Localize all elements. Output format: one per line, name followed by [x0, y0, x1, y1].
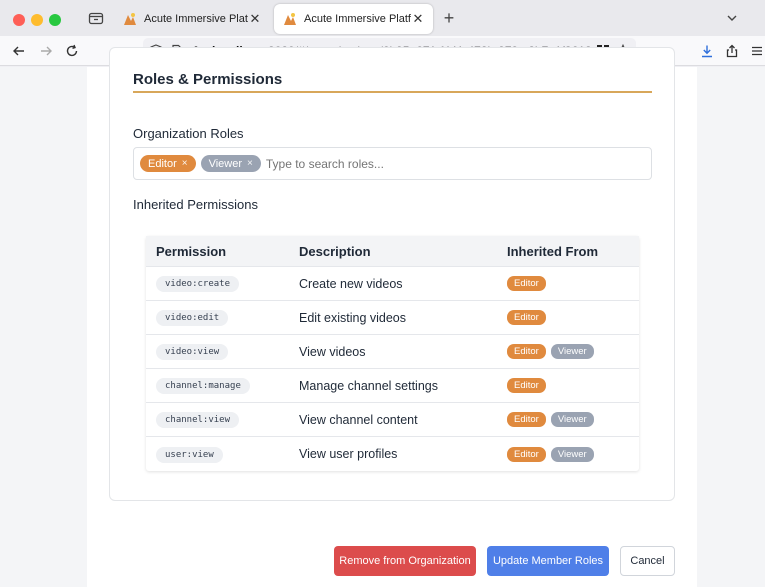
table-row: video:edit Edit existing videos Editor: [146, 301, 639, 335]
description-cell: View user profiles: [299, 447, 398, 461]
inherited-from-cell: Editor Viewer: [498, 412, 639, 427]
role-badge-editor: Editor: [507, 276, 546, 291]
permission-cell: user:view: [146, 446, 290, 463]
role-chip-editor: Editor ×: [140, 155, 196, 172]
cancel-button[interactable]: Cancel: [620, 546, 675, 576]
inherited-from-cell: Editor: [498, 310, 639, 325]
table-row: user:view View user profiles Editor View…: [146, 437, 639, 471]
role-chip-viewer: Viewer ×: [200, 155, 261, 172]
share-icon[interactable]: [723, 42, 741, 60]
minimize-window-button[interactable]: [31, 14, 43, 26]
column-header-permission: Permission: [156, 243, 227, 259]
permission-cell: channel:manage: [146, 377, 290, 394]
role-chip-label: Editor: [148, 157, 177, 170]
table-row: channel:manage Manage channel settings E…: [146, 369, 639, 403]
close-tab-icon[interactable]: ✕: [411, 11, 425, 27]
browser-tab-active[interactable]: Acute Immersive Platform ✕: [274, 4, 433, 34]
inherited-from-cell: Editor Viewer: [498, 344, 639, 359]
browser-tab-bar: Acute Immersive Platform ✕ Acute Immersi…: [0, 0, 765, 36]
description-cell: Manage channel settings: [299, 378, 438, 393]
update-member-roles-button[interactable]: Update Member Roles: [487, 546, 609, 576]
section-divider: [133, 91, 652, 93]
column-header-inherited-from: Inherited From: [507, 243, 599, 259]
role-badge-editor: Editor: [507, 378, 546, 393]
permission-pill: video:edit: [156, 310, 229, 326]
inherited-from-cell: Editor: [498, 276, 639, 291]
role-chip-label: Viewer: [208, 157, 243, 170]
page-viewport: Roles & Permissions Organization Roles E…: [0, 47, 765, 587]
description-cell: View videos: [299, 344, 366, 359]
permission-pill: channel:view: [156, 412, 240, 428]
roles-multiselect[interactable]: Editor × Viewer ×: [133, 147, 652, 180]
back-icon[interactable]: [10, 42, 28, 60]
menu-icon[interactable]: [748, 42, 765, 60]
permissions-table: Permission Description Inherited From vi…: [146, 236, 639, 471]
role-search-input[interactable]: [265, 156, 466, 171]
permission-cell: video:view: [146, 343, 290, 360]
chevron-down-icon[interactable]: [726, 12, 738, 24]
favicon-icon: [124, 13, 136, 25]
forward-icon[interactable]: [37, 42, 55, 60]
remove-role-icon[interactable]: ×: [182, 158, 188, 169]
role-badge-editor: Editor: [507, 310, 546, 325]
description-cell: Edit existing videos: [299, 310, 407, 325]
description-cell: Create new videos: [299, 276, 403, 291]
download-icon[interactable]: [698, 42, 716, 60]
permission-pill: user:view: [156, 446, 223, 463]
close-window-button[interactable]: [13, 14, 25, 26]
role-badge-viewer: Viewer: [550, 446, 594, 462]
permission-pill: channel:manage: [156, 378, 250, 394]
table-header: Permission Description Inherited From: [146, 236, 639, 267]
tab-title: Acute Immersive Platform: [304, 13, 411, 25]
role-badge-editor: Editor: [507, 412, 546, 427]
close-tab-icon[interactable]: ✕: [248, 11, 262, 27]
new-tab-button[interactable]: +: [440, 9, 458, 27]
table-row: video:create Create new videos Editor: [146, 267, 639, 301]
permission-cell: video:edit: [146, 309, 290, 326]
role-badge-viewer: Viewer: [550, 412, 594, 427]
section-title: Roles & Permissions: [133, 71, 283, 88]
permission-pill: video:view: [156, 344, 229, 360]
browser-tab[interactable]: Acute Immersive Platform ✕: [114, 4, 270, 34]
maximize-window-button[interactable]: [49, 14, 61, 26]
inherited-permissions-label: Inherited Permissions: [133, 197, 258, 212]
role-badge-editor: Editor: [507, 446, 546, 462]
inherited-from-cell: Editor Viewer: [498, 446, 639, 462]
tab-title: Acute Immersive Platform: [144, 13, 248, 25]
table-row: channel:view View channel content Editor…: [146, 403, 639, 437]
role-badge-viewer: Viewer: [550, 344, 594, 359]
remove-role-icon[interactable]: ×: [247, 158, 253, 169]
organization-roles-label: Organization Roles: [133, 126, 244, 141]
tab-list-icon[interactable]: [88, 11, 104, 25]
role-badge-editor: Editor: [507, 344, 546, 359]
member-page: Roles & Permissions Organization Roles E…: [87, 47, 697, 587]
description-cell: View channel content: [299, 412, 418, 427]
permission-cell: video:create: [146, 275, 290, 292]
permission-pill: video:create: [156, 276, 240, 292]
column-header-description: Description: [299, 243, 371, 259]
favicon-icon: [284, 13, 296, 25]
permission-cell: channel:view: [146, 411, 290, 428]
reload-icon[interactable]: [63, 42, 81, 60]
inherited-from-cell: Editor: [498, 378, 639, 393]
remove-from-organization-button[interactable]: Remove from Organization: [334, 546, 476, 576]
table-row: video:view View videos Editor Viewer: [146, 335, 639, 369]
